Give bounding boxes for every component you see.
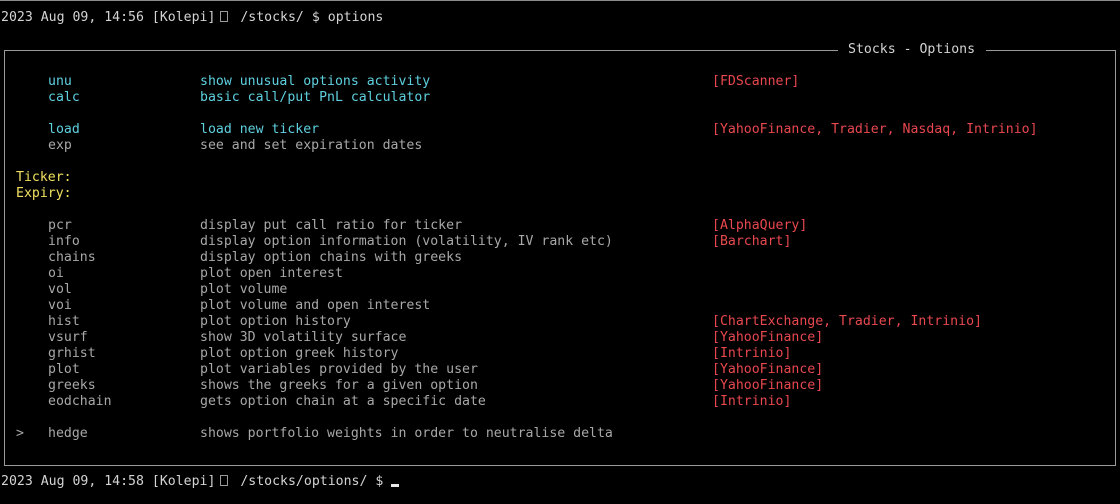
menu-source-vsurf: [YahooFinance]: [712, 330, 824, 345]
menu-command-oi[interactable]: oi: [48, 266, 64, 282]
terminal-top-border: [0, 0, 1120, 1]
menu-description-vsurf: show 3D volatility surface: [200, 330, 407, 345]
menu-command-voi[interactable]: voi: [48, 298, 72, 314]
prompt-symbol: $: [311, 10, 320, 25]
submenu-description-hedge: shows portfolio weights in order to neut…: [200, 426, 613, 441]
menu-description-voi: plot volume and open interest: [200, 298, 431, 313]
menu-source-unu: [FDScanner]: [712, 74, 800, 89]
menu-command-plot[interactable]: plot: [48, 362, 80, 378]
menu-source-greeks: [YahooFinance]: [712, 378, 824, 393]
expiry-label: Expiry:: [16, 186, 72, 201]
menu-description-pcr: display put call ratio for ticker: [200, 218, 463, 233]
options-menu-panel: [4, 50, 1116, 466]
menu-source-eodchain: [Intrinio]: [712, 394, 792, 409]
submenu-command-hedge[interactable]: hedge: [48, 426, 88, 442]
menu-command-calc[interactable]: calc: [48, 90, 80, 106]
prompt-line-current[interactable]: 2023 Aug 09, 14:58 [Kolepi] /stocks/opti…: [1, 474, 400, 490]
menu-description-eodchain: gets option chain at a specific date: [200, 394, 486, 409]
menu-description-load: load new ticker: [200, 122, 320, 137]
prompt-timestamp: 2023 Aug 09, 14:58: [1, 474, 144, 489]
menu-command-vsurf[interactable]: vsurf: [48, 330, 88, 346]
menu-command-hist[interactable]: hist: [48, 314, 80, 330]
menu-description-unu: show unusual options activity: [200, 74, 431, 89]
menu-description-oi: plot open interest: [200, 266, 343, 281]
prompt-timestamp: 2023 Aug 09, 14:56: [1, 10, 144, 25]
menu-description-plot: plot variables provided by the user: [200, 362, 478, 377]
unknown-glyph-icon: [220, 475, 229, 486]
menu-source-grhist: [Intrinio]: [712, 346, 792, 361]
menu-description-calc: basic call/put PnL calculator: [200, 90, 431, 105]
prompt-path: /stocks/: [240, 10, 304, 25]
menu-description-vol: plot volume: [200, 282, 288, 297]
menu-command-pcr[interactable]: pcr: [48, 218, 72, 234]
panel-title: Stocks - Options: [848, 42, 976, 57]
submenu-marker-icon: >: [16, 426, 24, 441]
menu-command-eodchain[interactable]: eodchain: [48, 394, 112, 410]
unknown-glyph-icon: [220, 11, 229, 22]
prompt-user: [Kolepi]: [151, 474, 216, 489]
menu-command-info[interactable]: info: [48, 234, 80, 250]
panel-top-border-left: [4, 50, 838, 51]
ticker-label: Ticker:: [16, 170, 72, 185]
menu-command-load[interactable]: load: [48, 122, 80, 138]
menu-source-info: [Barchart]: [712, 234, 792, 249]
menu-description-exp: see and set expiration dates: [200, 138, 423, 153]
menu-command-exp[interactable]: exp: [48, 138, 72, 154]
prompt-user: [Kolepi]: [151, 10, 216, 25]
menu-command-greeks[interactable]: greeks: [48, 378, 96, 394]
prompt-path: /stocks/options/: [240, 474, 368, 489]
menu-description-info: display option information (volatility, …: [200, 234, 613, 249]
text-cursor: [391, 484, 400, 487]
menu-source-pcr: [AlphaQuery]: [712, 218, 808, 233]
menu-source-plot: [YahooFinance]: [712, 362, 824, 377]
prompt-command: options: [327, 10, 384, 25]
menu-command-unu[interactable]: unu: [48, 74, 72, 90]
menu-description-chains: display option chains with greeks: [200, 250, 463, 265]
menu-command-grhist[interactable]: grhist: [48, 346, 96, 362]
menu-description-greeks: shows the greeks for a given option: [200, 378, 478, 393]
menu-source-load: [YahooFinance, Tradier, Nasdaq, Intrinio…: [712, 122, 1038, 137]
menu-command-vol[interactable]: vol: [48, 282, 72, 298]
menu-source-hist: [ChartExchange, Tradier, Intrinio]: [712, 314, 982, 329]
prompt-line-previous: 2023 Aug 09, 14:56 [Kolepi] /stocks/ $ o…: [1, 10, 383, 26]
menu-description-hist: plot option history: [200, 314, 351, 329]
prompt-symbol: $: [375, 474, 384, 489]
menu-description-grhist: plot option greek history: [200, 346, 399, 361]
panel-top-border-right: [986, 50, 1116, 51]
menu-command-chains[interactable]: chains: [48, 250, 96, 266]
